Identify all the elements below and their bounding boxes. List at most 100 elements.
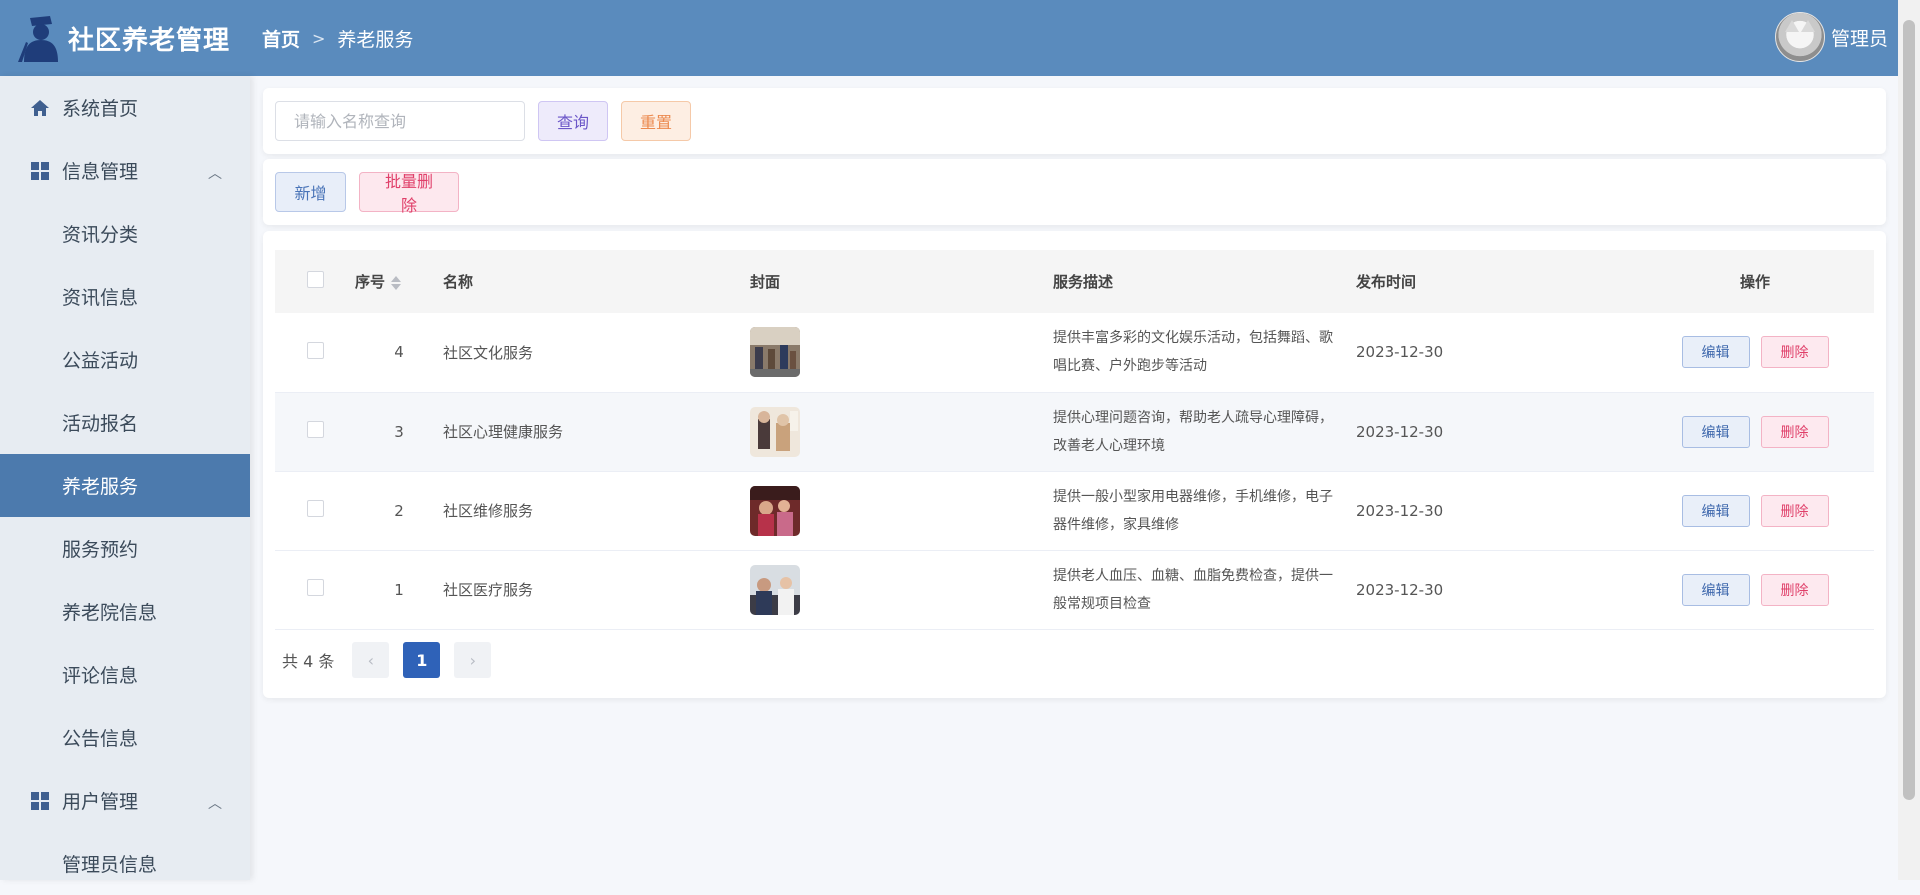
sidebar-item-home[interactable]: 系统首页 (0, 76, 250, 139)
search-input[interactable] (275, 101, 525, 141)
service-table: 序号 名称 封面 服务描述 发布时间 操作 4 社区文化服务 提供丰富多彩的文化… (275, 250, 1874, 630)
delete-button[interactable]: 删除 (1760, 494, 1829, 527)
row-desc: 提供一般小型家用电器维修，手机维修，电子器件维修，家具维修 (1053, 488, 1333, 533)
sidebar-group-info[interactable]: 信息管理 ︿ (0, 139, 250, 202)
edit-button[interactable]: 编辑 (1681, 336, 1750, 369)
table-panel: 序号 名称 封面 服务描述 发布时间 操作 4 社区文化服务 提供丰富多彩的文化… (263, 231, 1886, 698)
row-time: 2023-12-30 (1356, 343, 1444, 362)
column-header-id[interactable]: 序号 (355, 250, 443, 313)
column-header-label: 序号 (355, 273, 386, 291)
sidebar-item-label: 养老服务 (62, 476, 139, 498)
row-cover-cell (750, 471, 1053, 550)
elder-logo-icon (14, 12, 62, 64)
sidebar-item-label: 养老院信息 (62, 602, 158, 624)
select-all-cell (275, 250, 355, 313)
scrollbar-thumb[interactable] (1903, 20, 1915, 800)
sidebar: 系统首页 信息管理 ︿ 资讯分类 资讯信息 公益活动 活动报名 养老服务 服务预… (0, 76, 250, 880)
app-title: 社区养老管理 (68, 25, 231, 56)
user-name[interactable]: 管理员 (1831, 24, 1888, 51)
row-desc: 提供心理问题咨询，帮助老人疏导心理障碍，改善老人心理环境 (1053, 409, 1333, 454)
cover-thumbnail[interactable] (750, 485, 800, 536)
action-bar: 新增 批量删除 (263, 159, 1886, 225)
row-select-cell (275, 471, 355, 550)
sidebar-item-label: 活动报名 (62, 413, 139, 435)
column-header-cover: 封面 (750, 273, 781, 291)
table-row: 4 社区文化服务 提供丰富多彩的文化娱乐活动，包括舞蹈、歌唱比赛、户外跑步等活动… (275, 313, 1874, 392)
cover-thumbnail[interactable] (750, 564, 800, 615)
column-header-name: 名称 (443, 273, 474, 291)
edit-button[interactable]: 编辑 (1681, 415, 1750, 448)
sidebar-group-users[interactable]: 用户管理 ︿ (0, 769, 250, 832)
search-bar: 查询 重置 (263, 88, 1886, 154)
sort-icon[interactable] (391, 275, 402, 290)
sidebar-item-notice[interactable]: 公告信息 (0, 706, 250, 769)
user-menu[interactable]: 管理员 (1774, 12, 1888, 62)
table-header-row: 序号 名称 封面 服务描述 发布时间 操作 (275, 250, 1874, 313)
add-button[interactable]: 新增 (275, 172, 346, 212)
breadcrumb-home[interactable]: 首页 (262, 25, 300, 52)
breadcrumb: 首页 > 养老服务 (262, 25, 413, 52)
row-id: 2 (394, 501, 404, 520)
delete-button[interactable]: 删除 (1760, 415, 1829, 448)
logo[interactable]: 社区养老管理 (0, 12, 250, 64)
sidebar-item-news-category[interactable]: 资讯分类 (0, 202, 250, 265)
row-select-cell (275, 392, 355, 471)
row-desc-cell: 提供一般小型家用电器维修，手机维修，电子器件维修，家具维修 (1053, 471, 1356, 550)
sidebar-item-label: 信息管理 (62, 161, 139, 183)
row-name: 社区维修服务 (443, 502, 534, 520)
table-row: 3 社区心理健康服务 提供心理问题咨询，帮助老人疏导心理障碍，改善老人心理环境 … (275, 392, 1874, 471)
row-checkbox[interactable] (306, 500, 324, 517)
row-id: 1 (394, 580, 404, 599)
next-page-button[interactable]: › (454, 642, 492, 678)
chevron-right-icon: > (312, 28, 326, 48)
cover-thumbnail[interactable] (750, 327, 800, 378)
cover-thumbnail[interactable] (750, 406, 800, 457)
row-checkbox[interactable] (306, 421, 324, 438)
sidebar-item-label: 管理员信息 (62, 854, 158, 876)
sidebar-item-signup[interactable]: 活动报名 (0, 391, 250, 454)
page-number-button[interactable]: 1 (403, 642, 441, 678)
row-time: 2023-12-30 (1356, 580, 1444, 599)
sidebar-item-admin-info[interactable]: 管理员信息 (0, 832, 250, 895)
sidebar-item-comments[interactable]: 评论信息 (0, 643, 250, 706)
chevron-up-icon: ︿ (208, 166, 222, 182)
row-checkbox[interactable] (306, 579, 324, 596)
column-header-desc: 服务描述 (1053, 273, 1114, 291)
delete-button[interactable]: 删除 (1760, 573, 1829, 606)
sidebar-item-charity[interactable]: 公益活动 (0, 328, 250, 391)
sidebar-item-label: 系统首页 (62, 98, 139, 120)
sidebar-item-reservation[interactable]: 服务预约 (0, 517, 250, 580)
home-icon (30, 98, 50, 118)
row-name: 社区医疗服务 (443, 581, 534, 599)
sidebar-item-news-info[interactable]: 资讯信息 (0, 265, 250, 328)
sidebar-item-label: 评论信息 (62, 665, 139, 687)
prev-page-button[interactable]: ‹ (352, 642, 390, 678)
delete-button[interactable]: 删除 (1760, 336, 1829, 369)
batch-delete-button[interactable]: 批量删除 (359, 172, 459, 215)
row-checkbox[interactable] (306, 341, 324, 359)
sidebar-item-elder-service[interactable]: 养老服务 (0, 454, 250, 517)
row-desc: 提供老人血压、血糖、血脂免费检查，提供一般常规项目检查 (1053, 567, 1333, 612)
row-desc-cell: 提供丰富多彩的文化娱乐活动，包括舞蹈、歌唱比赛、户外跑步等活动 (1053, 313, 1356, 392)
row-cover-cell (750, 392, 1053, 471)
row-desc-cell: 提供心理问题咨询，帮助老人疏导心理障碍，改善老人心理环境 (1053, 392, 1356, 471)
page-scrollbar[interactable] (1898, 0, 1920, 880)
sidebar-item-label: 用户管理 (62, 791, 139, 813)
row-actions: 编辑 删除 (1636, 550, 1874, 629)
edit-button[interactable]: 编辑 (1681, 494, 1750, 527)
query-button[interactable]: 查询 (538, 101, 608, 141)
avatar[interactable] (1774, 12, 1825, 62)
sidebar-item-nursing-home[interactable]: 养老院信息 (0, 580, 250, 643)
sidebar-item-label: 资讯分类 (62, 224, 139, 246)
column-header-op: 操作 (1739, 273, 1770, 291)
edit-button[interactable]: 编辑 (1681, 573, 1750, 606)
select-all-checkbox[interactable] (306, 271, 324, 288)
total-count: 共 4 条 (282, 652, 335, 671)
reset-button[interactable]: 重置 (621, 101, 691, 141)
breadcrumb-current: 养老服务 (337, 28, 414, 51)
row-cover-cell (750, 550, 1053, 629)
table-row: 1 社区医疗服务 提供老人血压、血糖、血脂免费检查，提供一般常规项目检查 202… (275, 550, 1874, 629)
row-id: 3 (394, 422, 404, 441)
sidebar-item-label: 公益活动 (62, 350, 139, 372)
grid-icon (30, 791, 50, 811)
